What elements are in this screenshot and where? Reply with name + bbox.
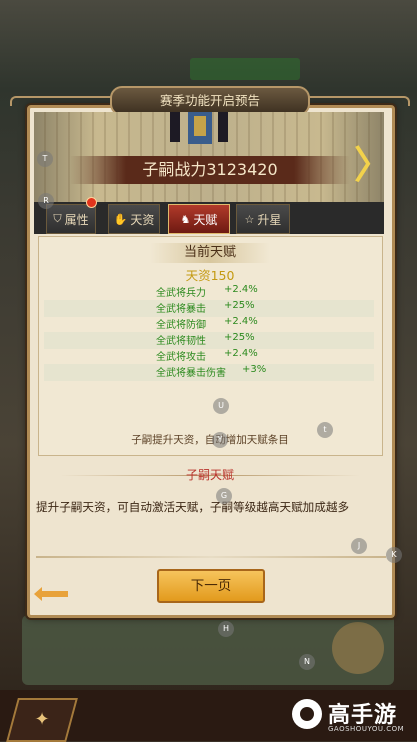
talent-name: 全武将攻击 <box>156 352 206 363</box>
talent-name: 全武将韧性 <box>156 336 206 347</box>
section-title: 子嗣天赋 <box>185 468 234 482</box>
tab-label: 升星 <box>257 212 282 227</box>
tab-star-up[interactable]: ☆ 升星 <box>236 204 290 234</box>
key-marker: t <box>317 422 333 438</box>
key-marker: G <box>216 488 232 504</box>
talent-value: +2.4% <box>224 348 258 359</box>
talent-row: 全武将兵力 +2.4% <box>44 284 374 301</box>
tab-attributes[interactable]: ⛉ 属性 <box>46 204 96 234</box>
tab-label: 天赋 <box>193 212 218 227</box>
tab-label: 属性 <box>64 212 89 227</box>
key-marker: Y <box>212 432 228 448</box>
key-marker: U <box>213 398 229 414</box>
talent-row: 全武将攻击 +2.4% <box>44 348 374 365</box>
talent-value: +2.4% <box>224 284 258 295</box>
background-avatar <box>332 622 384 674</box>
talent-name: 全武将防御 <box>156 320 206 331</box>
shield-icon: ⛉ <box>53 212 62 225</box>
talent-value: +2.4% <box>224 316 258 327</box>
bottom-menu-button[interactable]: ✦ <box>6 698 78 742</box>
talent-name: 全武将兵力 <box>156 288 206 299</box>
current-talent-title: 当前天赋 <box>150 243 270 263</box>
section-description: 提升子嗣天资，可自动激活天赋，子嗣等级越高天赋加成越多 <box>36 500 350 514</box>
hero-figure <box>170 112 228 144</box>
key-marker: R <box>38 193 54 209</box>
talent-name: 全武将暴击伤害 <box>156 368 226 379</box>
next-heir-arrow-icon[interactable]: 〉 <box>354 146 392 184</box>
key-marker: J <box>351 538 367 554</box>
talent-row: 全武将暴击伤害 +3% <box>44 364 374 381</box>
notification-dot <box>86 197 97 208</box>
talent-value: +25% <box>224 300 255 311</box>
key-marker: H <box>218 621 234 637</box>
talent-row: 全武将暴击 +25% <box>44 300 374 317</box>
divider <box>36 556 386 558</box>
horse-icon: ♞ <box>180 212 191 226</box>
talent-value: +3% <box>242 364 267 375</box>
background-hud-bar <box>190 58 300 80</box>
talent-row: 全武将韧性 +25% <box>44 332 374 349</box>
next-page-button[interactable]: 下一页 <box>157 569 265 603</box>
key-marker: N <box>299 654 315 670</box>
tab-label: 天资 <box>130 212 155 227</box>
watermark-subtext: GAOSHOUYOU.COM <box>328 725 405 733</box>
hand-icon: ✋ <box>113 212 128 226</box>
tab-aptitude[interactable]: ✋ 天资 <box>108 204 160 234</box>
title-ornament-right <box>300 96 410 106</box>
heir-power-label: 子嗣战力3123420 <box>142 160 278 179</box>
talent-row: 全武将防御 +2.4% <box>44 316 374 333</box>
aptitude-value: 天资150 <box>185 268 235 283</box>
star-icon: ☆ <box>244 212 255 226</box>
watermark-logo-inner <box>300 707 314 721</box>
talent-name: 全武将暴击 <box>156 304 206 315</box>
title-ornament-left <box>10 96 120 106</box>
back-arrow-icon[interactable] <box>34 587 68 601</box>
key-marker: T <box>37 151 53 167</box>
feather-icon: ✦ <box>34 709 50 730</box>
tab-talent[interactable]: ♞ 天赋 <box>168 204 230 234</box>
talent-value: +25% <box>224 332 255 343</box>
key-marker: K <box>386 547 402 563</box>
